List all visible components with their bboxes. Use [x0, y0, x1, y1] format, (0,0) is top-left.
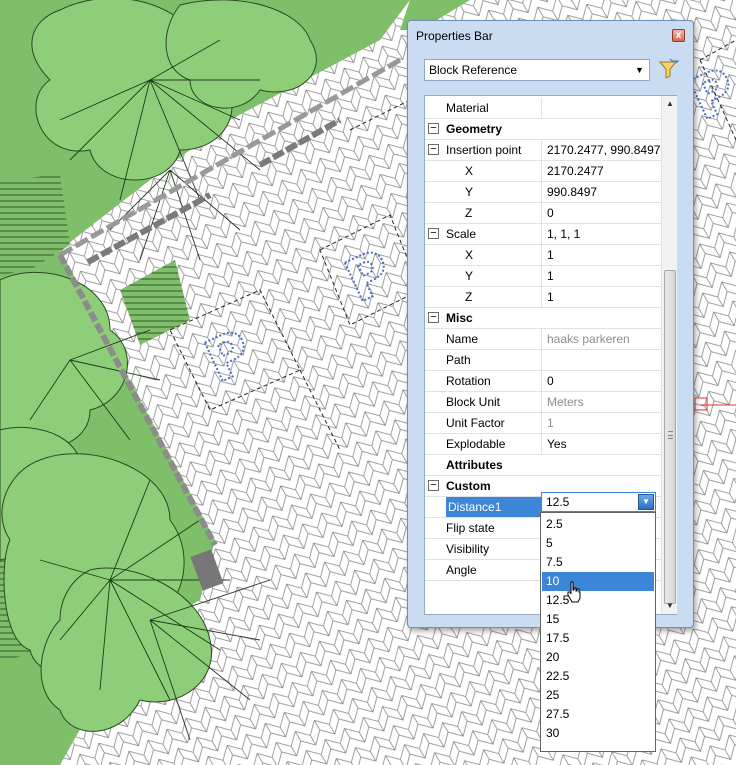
property-row[interactable]: Material: [425, 98, 677, 119]
dropdown-option[interactable]: 7.5: [542, 553, 654, 572]
category-attributes[interactable]: Attributes: [425, 455, 677, 476]
dropdown-option[interactable]: 17.5: [542, 629, 654, 648]
chevron-down-icon[interactable]: ▼: [638, 494, 654, 510]
dropdown-option[interactable]: 25: [542, 686, 654, 705]
distance1-value: 12.5: [546, 495, 570, 509]
property-row[interactable]: Rotation 0: [425, 371, 677, 392]
grip-icon: [668, 431, 673, 439]
property-row[interactable]: Z 1: [425, 287, 677, 308]
collapse-icon[interactable]: −: [428, 228, 439, 239]
window-title: Properties Bar: [416, 29, 493, 43]
dropdown-option[interactable]: 27.5: [542, 705, 654, 724]
object-type-value: Block Reference: [429, 63, 518, 77]
scroll-thumb[interactable]: [664, 270, 676, 604]
dropdown-option[interactable]: 5: [542, 534, 654, 553]
dropdown-option[interactable]: 15: [542, 610, 654, 629]
scroll-up-icon[interactable]: ▲: [662, 96, 678, 112]
collapse-icon[interactable]: −: [428, 312, 439, 323]
property-row[interactable]: Z 0: [425, 203, 677, 224]
dropdown-option[interactable]: 30: [542, 724, 654, 743]
scroll-down-icon[interactable]: ▼: [662, 598, 678, 614]
dropdown-option-highlighted[interactable]: 10: [542, 572, 654, 591]
distance1-combo[interactable]: 12.5 ▼: [541, 492, 656, 512]
property-row[interactable]: Y 990.8497: [425, 182, 677, 203]
category-misc[interactable]: − Misc: [425, 308, 677, 329]
object-type-select[interactable]: Block Reference ▼: [424, 59, 650, 81]
dropdown-option[interactable]: 12.5: [542, 591, 654, 610]
property-row[interactable]: Block Unit Meters: [425, 392, 677, 413]
property-row[interactable]: Path: [425, 350, 677, 371]
property-row[interactable]: Y 1: [425, 266, 677, 287]
category-geometry[interactable]: − Geometry: [425, 119, 677, 140]
property-row[interactable]: − Insertion point 2170.2477, 990.8497: [425, 140, 677, 161]
property-row[interactable]: Unit Factor 1: [425, 413, 677, 434]
dropdown-option[interactable]: 22.5: [542, 667, 654, 686]
collapse-icon[interactable]: −: [428, 480, 439, 491]
chevron-down-icon[interactable]: ▼: [633, 63, 646, 77]
dropdown-option[interactable]: 2.5: [542, 515, 654, 534]
property-row[interactable]: X 2170.2477: [425, 161, 677, 182]
dropdown-option[interactable]: 20: [542, 648, 654, 667]
distance1-dropdown-list[interactable]: 2.5 5 7.5 10 12.5 15 17.5 20 22.5 25 27.…: [540, 512, 656, 752]
property-row[interactable]: Name haaks parkeren: [425, 329, 677, 350]
property-row[interactable]: Explodable Yes: [425, 434, 677, 455]
close-button[interactable]: x: [672, 29, 685, 42]
hand-cursor-icon: [567, 581, 581, 603]
property-row[interactable]: − Scale 1, 1, 1: [425, 224, 677, 245]
collapse-icon[interactable]: −: [428, 123, 439, 134]
collapse-icon[interactable]: −: [428, 144, 439, 155]
quick-select-funnel-icon[interactable]: [656, 57, 680, 81]
vertical-scrollbar[interactable]: ▲ ▼: [661, 96, 677, 614]
property-row[interactable]: X 1: [425, 245, 677, 266]
